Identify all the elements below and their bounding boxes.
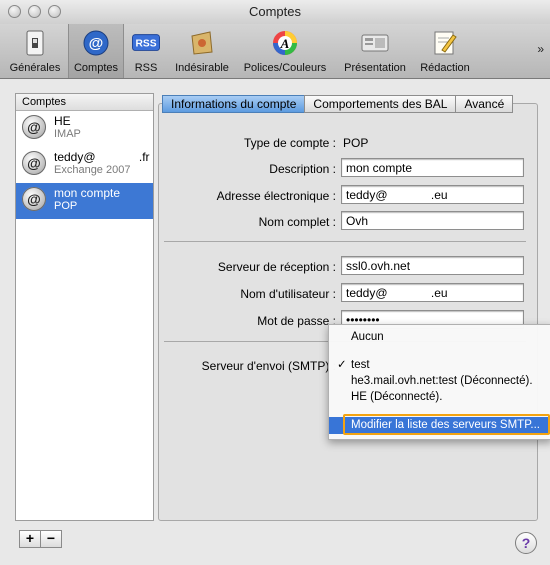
toolbar-overflow-chevron-icon[interactable]: » — [537, 42, 544, 56]
account-item-he[interactable]: @ HE IMAP — [16, 111, 153, 147]
tab-rss[interactable]: RSS RSS — [126, 24, 166, 78]
username-label: Nom d'utilisateur : — [240, 287, 336, 301]
add-account-button[interactable]: + — [19, 530, 41, 548]
menu-item-he[interactable]: HE (Déconnecté). — [329, 389, 550, 406]
window-titlebar: Comptes — [0, 0, 550, 24]
at-sign-icon: @ — [22, 115, 46, 139]
tab-polices-couleurs[interactable]: A Polices/Couleurs — [236, 24, 334, 78]
at-sign-icon: @ — [82, 30, 110, 56]
tab-comptes[interactable]: @ Comptes — [68, 24, 124, 78]
menu-item-test[interactable]: ✓ test — [329, 357, 550, 374]
rss-icon: RSS — [132, 30, 160, 56]
svg-text:RSS: RSS — [135, 39, 156, 50]
full-name-label: Nom complet : — [258, 215, 336, 229]
full-name-field[interactable]: Ovh — [341, 211, 524, 230]
email-label: Adresse électronique : — [216, 189, 336, 203]
tab-informations-du-compte[interactable]: Informations du compte — [162, 95, 306, 113]
incoming-server-label: Serveur de réception : — [217, 260, 336, 274]
presentation-icon — [361, 30, 389, 56]
description-field[interactable]: mon compte — [341, 158, 524, 177]
username-field[interactable]: teddy@ .eu — [341, 283, 524, 302]
checkmark-icon: ✓ — [337, 359, 347, 371]
minimize-window-button[interactable] — [28, 5, 41, 18]
remove-account-button[interactable]: − — [40, 530, 62, 548]
compose-pencil-icon — [431, 30, 459, 56]
incoming-server-field[interactable]: ssl0.ovh.net — [341, 256, 524, 275]
zoom-window-button[interactable] — [48, 5, 61, 18]
account-item-teddy[interactable]: @ teddy@ .fr Exchange 2007 — [16, 147, 153, 183]
tab-generales[interactable]: Générales — [4, 24, 66, 78]
tab-comportements-des-bal[interactable]: Comportements des BAL — [304, 95, 457, 113]
at-sign-icon: @ — [22, 187, 46, 211]
password-label: Mot de passe : — [257, 314, 336, 328]
account-type-label: Type de compte : — [243, 136, 336, 150]
at-sign-icon: @ — [22, 151, 46, 175]
window-title: Comptes — [248, 4, 302, 19]
email-field[interactable]: teddy@ .eu — [341, 185, 524, 204]
tab-redaction[interactable]: Rédaction — [414, 24, 476, 78]
svg-text:@: @ — [89, 35, 104, 52]
description-label: Description : — [269, 162, 336, 176]
tab-presentation[interactable]: Présentation — [338, 24, 412, 78]
tab-indesirable[interactable]: Indésirable — [170, 24, 234, 78]
settings-tabs: Informations du compte Comportements des… — [162, 95, 514, 113]
divider — [164, 241, 526, 242]
smtp-server-label: Serveur d'envoi (SMTP) : — [201, 359, 336, 373]
account-item-mon-compte[interactable]: @ mon compte POP — [16, 183, 153, 219]
account-type-value: POP — [343, 136, 369, 150]
tab-avance[interactable]: Avancé — [455, 95, 514, 113]
menu-item-aucun[interactable]: Aucun — [329, 329, 550, 346]
svg-text:A: A — [280, 36, 290, 51]
light-switch-icon — [21, 30, 49, 56]
accounts-list: Comptes @ HE IMAP @ teddy@ .fr Exchange … — [15, 93, 154, 521]
menu-item-he3[interactable]: he3.mail.ovh.net:test (Déconnecté). — [329, 373, 550, 390]
preferences-toolbar: Générales @ Comptes RSS RSS Indésirable … — [0, 24, 550, 79]
close-window-button[interactable] — [8, 5, 21, 18]
help-button[interactable]: ? — [515, 532, 537, 554]
junk-mail-icon — [188, 30, 216, 56]
font-colors-icon: A — [271, 30, 299, 56]
highlight-callout — [343, 414, 550, 435]
accounts-list-header: Comptes — [16, 94, 153, 111]
